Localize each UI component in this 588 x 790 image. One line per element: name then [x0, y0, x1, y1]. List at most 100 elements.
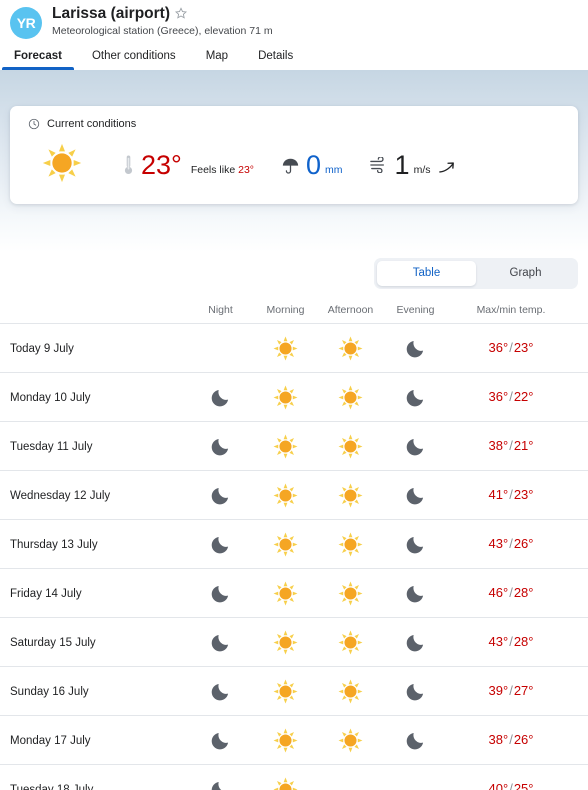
current-conditions-header: Current conditions: [28, 118, 560, 130]
location-title-row: Larissa (airport): [52, 6, 273, 22]
forecast-afternoon-cell: [318, 483, 383, 508]
star-outline-icon[interactable]: [174, 7, 188, 21]
view-toggle-container: Table Graph: [0, 258, 588, 289]
maxmin-temp-value: 38°/21°: [489, 438, 534, 453]
table-row[interactable]: Today 9 July 36°/23°: [0, 324, 588, 373]
current-conditions-card: Current conditions 23° Feels like 23° 0 …: [10, 106, 578, 204]
moon-icon: [406, 583, 426, 603]
forecast-table-body: Today 9 July 36°/23° Monday 10 July 36°/22°…: [0, 324, 588, 790]
temp-separator: /: [509, 438, 513, 453]
forecast-day-label: Monday 17 July: [10, 735, 91, 747]
page-title: Larissa (airport): [52, 5, 171, 22]
max-temp: 46°: [488, 585, 509, 600]
moon-icon: [406, 387, 426, 407]
sun-icon: [273, 434, 298, 459]
sun-icon: [338, 581, 363, 606]
sun-icon: [338, 385, 363, 410]
min-temp: 28°: [513, 634, 534, 649]
column-header-night: Night: [208, 304, 233, 316]
forecast-day-label: Monday 10 July: [10, 392, 91, 404]
sun-icon: [273, 777, 298, 790]
tab-map[interactable]: Map: [206, 50, 228, 70]
max-temp: 39°: [488, 683, 509, 698]
sun-icon: [338, 630, 363, 655]
location-subtitle: Meteorological station (Greece), elevati…: [52, 25, 273, 37]
forecast-night-cell: [188, 485, 253, 505]
forecast-evening-cell: [383, 583, 448, 603]
temp-separator: /: [509, 585, 513, 600]
sun-icon: [273, 728, 298, 753]
moon-icon: [211, 485, 231, 505]
moon-icon: [211, 779, 231, 790]
forecast-day-cell: Thursday 13 July: [10, 535, 188, 553]
maxmin-temp-value: 36°/23°: [489, 340, 534, 355]
sun-icon: [338, 336, 363, 361]
forecast-morning-cell: [253, 385, 318, 410]
toggle-graph-button[interactable]: Graph: [476, 261, 575, 286]
forecast-day-label: Sunday 16 July: [10, 686, 89, 698]
forecast-evening-cell: [383, 338, 448, 358]
tab-other-conditions[interactable]: Other conditions: [92, 50, 176, 70]
forecast-maxmin-cell: 36°/22°: [448, 388, 578, 406]
current-temperature-metric: 23° Feels like 23°: [124, 151, 254, 179]
max-temp: 38°: [488, 732, 509, 747]
min-temp: 23°: [513, 340, 534, 355]
moon-icon: [211, 534, 231, 554]
forecast-maxmin-cell: 38°/21°: [448, 437, 578, 455]
forecast-day-cell: Friday 14 July: [10, 584, 188, 602]
table-row[interactable]: Tuesday 11 July 38°/21°: [0, 422, 588, 471]
forecast-day-cell: Wednesday 12 July: [10, 486, 188, 504]
table-row[interactable]: Friday 14 July 46°/28°: [0, 569, 588, 618]
wind-metric: 1 m/s: [369, 151, 455, 179]
forecast-afternoon-cell: [318, 434, 383, 459]
forecast-day-label: Today 9 July: [10, 343, 74, 355]
temp-separator: /: [509, 732, 513, 747]
table-row[interactable]: Thursday 13 July 43°/26°: [0, 520, 588, 569]
min-temp: 21°: [513, 438, 534, 453]
tab-details[interactable]: Details: [258, 50, 293, 70]
forecast-day-label: Tuesday 11 July: [10, 441, 93, 453]
forecast-night-cell: [188, 730, 253, 750]
forecast-maxmin-cell: 43°/28°: [448, 633, 578, 651]
current-conditions-values: 23° Feels like 23° 0 mm 1 m/s: [28, 142, 560, 188]
max-temp: 43°: [488, 634, 509, 649]
moon-icon: [406, 436, 426, 456]
temp-separator: /: [509, 340, 513, 355]
forecast-morning-cell: [253, 777, 318, 790]
forecast-night-cell: [188, 681, 253, 701]
feels-like-label: Feels like: [190, 164, 236, 176]
yr-logo[interactable]: YR: [10, 7, 42, 39]
moon-icon: [406, 534, 426, 554]
maxmin-temp-value: 43°/28°: [489, 634, 534, 649]
temp-separator: /: [509, 389, 513, 404]
table-row[interactable]: Tuesday 18 July 40°/25°: [0, 765, 588, 790]
forecast-day-cell: Monday 17 July: [10, 731, 188, 749]
table-row[interactable]: Sunday 16 July 39°/27°: [0, 667, 588, 716]
moon-icon: [211, 436, 231, 456]
forecast-morning-cell: [253, 679, 318, 704]
table-row[interactable]: Monday 10 July 36°/22°: [0, 373, 588, 422]
sun-icon: [273, 630, 298, 655]
forecast-morning-cell: [253, 581, 318, 606]
forecast-afternoon-cell: [318, 385, 383, 410]
max-temp: 43°: [488, 536, 509, 551]
table-row[interactable]: Wednesday 12 July 41°/23°: [0, 471, 588, 520]
forecast-maxmin-cell: 46°/28°: [448, 584, 578, 602]
sun-icon: [42, 143, 82, 188]
moon-icon: [211, 387, 231, 407]
moon-icon: [406, 338, 426, 358]
max-temp: 40°: [488, 781, 509, 790]
forecast-maxmin-cell: 43°/26°: [448, 535, 578, 553]
forecast-morning-cell: [253, 483, 318, 508]
tab-forecast[interactable]: Forecast: [2, 50, 74, 70]
current-temperature-value: 23°: [141, 150, 182, 180]
forecast-day-cell: Saturday 15 July: [10, 633, 188, 651]
table-row[interactable]: Monday 17 July 38°/26°: [0, 716, 588, 765]
forecast-afternoon-cell: [318, 630, 383, 655]
maxmin-temp-value: 40°/25°: [489, 781, 534, 790]
toggle-table-button[interactable]: Table: [377, 261, 476, 286]
table-row[interactable]: Saturday 15 July 43°/28°: [0, 618, 588, 667]
wind-icon: [369, 157, 387, 173]
min-temp: 25°: [513, 781, 534, 790]
sun-icon: [273, 532, 298, 557]
